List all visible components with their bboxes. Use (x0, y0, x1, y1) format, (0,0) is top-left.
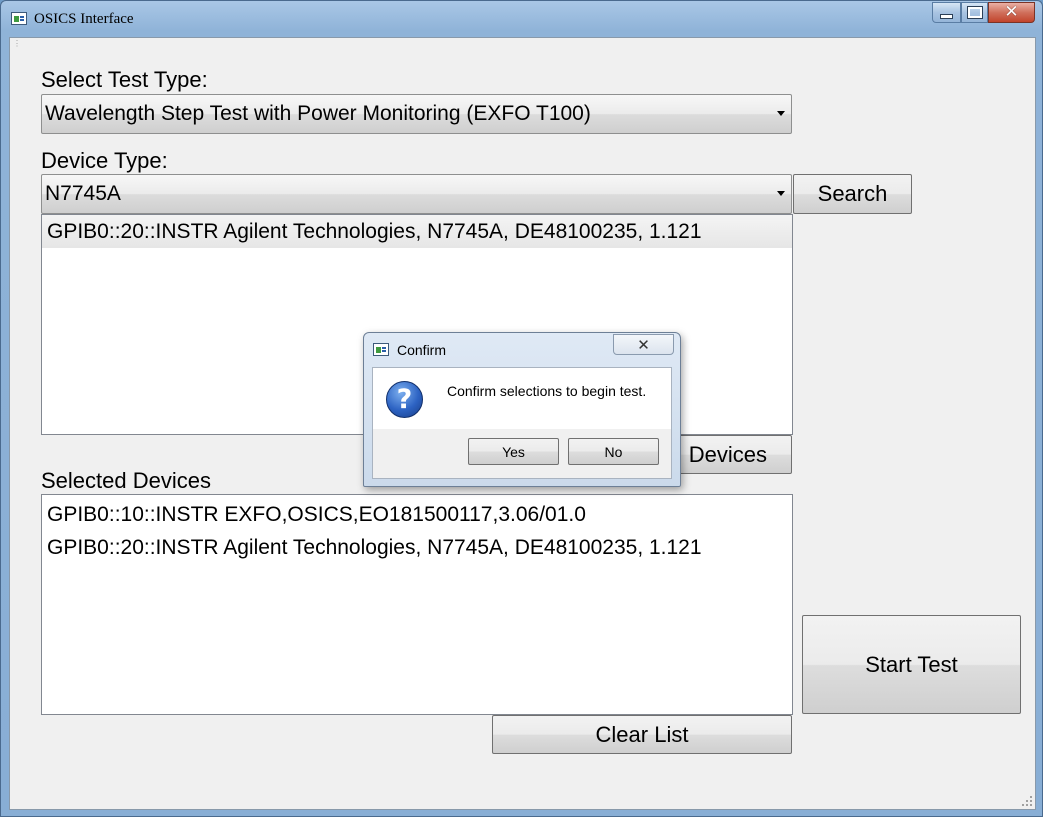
test-type-label: Select Test Type: (41, 67, 208, 92)
list-item[interactable]: GPIB0::20::INSTR Agilent Technologies, N… (42, 531, 792, 564)
close-icon: ✕ (1004, 2, 1019, 22)
maximize-icon (966, 6, 983, 19)
app-icon (11, 12, 27, 25)
device-type-label: Device Type: (41, 148, 168, 173)
list-item[interactable]: GPIB0::10::INSTR EXFO,OSICS,EO181500117,… (42, 498, 792, 531)
confirm-dialog: Confirm ✕ ? Confirm selections to begin … (363, 332, 681, 487)
dropdown-arrow-icon (777, 191, 785, 196)
selected-devices-label: Selected Devices (41, 468, 211, 493)
dialog-message-area: ? Confirm selections to begin test. (373, 368, 671, 429)
dropdown-arrow-icon (777, 111, 785, 116)
yes-button[interactable]: Yes (468, 438, 559, 465)
clear-list-button[interactable]: Clear List (492, 715, 792, 754)
dialog-title: Confirm (397, 342, 447, 358)
close-button[interactable]: ✕ (988, 2, 1035, 23)
dialog-message: Confirm selections to begin test. (447, 383, 647, 399)
app-icon (373, 343, 389, 356)
minimize-icon (940, 14, 953, 19)
close-icon: ✕ (637, 335, 650, 354)
dialog-close-button[interactable]: ✕ (613, 334, 674, 355)
minimize-button[interactable] (932, 2, 961, 23)
toolbar-grip: ⋮ (13, 39, 21, 48)
resize-grip[interactable] (1022, 796, 1032, 806)
device-type-value: N7745A (45, 182, 121, 205)
no-button[interactable]: No (568, 438, 659, 465)
test-type-select[interactable]: Wavelength Step Test with Power Monitori… (41, 94, 792, 134)
selected-devices-list[interactable]: GPIB0::10::INSTR EXFO,OSICS,EO181500117,… (41, 494, 793, 715)
title-bar[interactable]: OSICS Interface ✕ (1, 1, 1042, 37)
caption-buttons: ✕ (932, 2, 1035, 24)
question-icon: ? (386, 381, 423, 418)
list-item[interactable]: GPIB0::20::INSTR Agilent Technologies, N… (42, 215, 792, 248)
dialog-body: ? Confirm selections to begin test. Yes … (372, 367, 672, 479)
device-type-select[interactable]: N7745A (41, 174, 792, 214)
add-devices-button[interactable]: Devices (675, 435, 792, 474)
search-button[interactable]: Search (793, 174, 912, 214)
start-test-button[interactable]: Start Test (802, 615, 1021, 714)
maximize-button[interactable] (961, 2, 988, 23)
window-title: OSICS Interface (34, 11, 134, 27)
test-type-value: Wavelength Step Test with Power Monitori… (45, 102, 591, 125)
